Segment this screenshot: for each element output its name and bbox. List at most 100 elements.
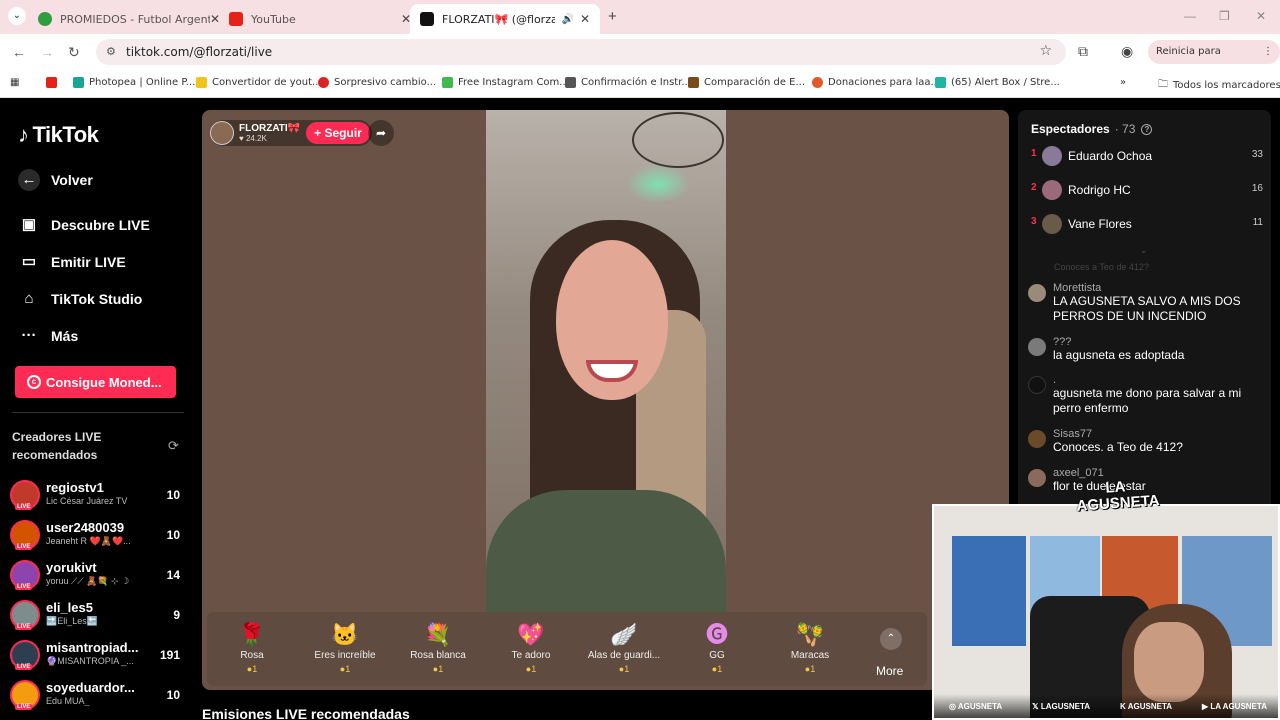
creator-item[interactable]: LIVE eli_les5 🔜Eli_Les🔙 9: [10, 600, 190, 636]
rose-icon: 🌹: [238, 622, 266, 647]
minimize-icon[interactable]: —: [1184, 9, 1196, 23]
viewer-count: 10: [166, 528, 180, 542]
bookmark-label: Confirmación e Instr...: [581, 77, 691, 88]
donations-icon: [812, 77, 823, 88]
nav-more[interactable]: ··· Más: [18, 325, 79, 347]
bookmark-item[interactable]: (65) Alert Box / Stre...: [935, 77, 1060, 88]
nav-discover-live[interactable]: ▣ Descubre LIVE: [18, 214, 150, 236]
close-icon[interactable]: ✕: [580, 12, 590, 26]
bookmark-star-icon[interactable]: ☆: [1039, 43, 1052, 59]
bookmark-item[interactable]: Comparación de E...: [688, 77, 805, 88]
gift-alas-guardian[interactable]: 🪽 Alas de guardi... ●1: [579, 620, 669, 674]
creator-name: yorukivt: [46, 560, 97, 575]
gift-eres-increible[interactable]: 🐱 Eres increíble ●1: [300, 620, 390, 674]
bookmark-item[interactable]: Sorpresivo cambio...: [318, 77, 436, 88]
tiktok-logo[interactable]: ♪ TikTok: [18, 122, 99, 148]
live-video-player[interactable]: FLORZATI🎀 ♥ 24.2K + Seguir ➦ 🌹 Rosa ●1 🐱…: [202, 110, 1009, 690]
get-coins-button[interactable]: c Consigue Moned...: [15, 366, 176, 398]
all-bookmarks-folder[interactable]: 🗀 Todos los marcadores: [1158, 77, 1280, 94]
speaker-icon[interactable]: 🔊: [561, 14, 573, 25]
creator-name: misantropiad...: [46, 640, 139, 655]
host-info[interactable]: FLORZATI🎀 ♥ 24.2K + Seguir: [210, 120, 372, 146]
host-avatar[interactable]: [210, 121, 234, 145]
bookmark-label: Convertidor de yout...: [212, 77, 322, 88]
bookmark-label: (65) Alert Box / Stre...: [951, 77, 1060, 88]
tab-promiedos[interactable]: PROMIEDOS - Futbol Argentino ✕: [28, 4, 230, 34]
back-arrow-icon[interactable]: ←: [12, 44, 26, 60]
tab-tiktok[interactable]: FLORZATI🎀 (@florzati) está 🔊 ✕: [410, 4, 600, 34]
url-field[interactable]: ⚙ tiktok.com/@florzati/live ☆: [96, 39, 1066, 65]
more-gifts-button[interactable]: More: [876, 664, 903, 678]
chat-comment[interactable]: Sisas77 Conoces. a Teo de 412?: [1028, 428, 1263, 455]
tab-search-icon[interactable]: ⌄: [8, 7, 26, 25]
gift-gg[interactable]: 🅖 GG ●1: [672, 620, 762, 674]
chat-comment[interactable]: ??? la agusneta es adoptada: [1028, 336, 1263, 363]
top-viewer[interactable]: 2 Rodrigo HC 16: [1031, 180, 1263, 200]
creator-item[interactable]: LIVE regiostv1 Lic César Juárez TV 10: [10, 480, 190, 516]
creator-item[interactable]: LIVE misantropiad... 🔮MISANTROPIA _... 1…: [10, 640, 190, 676]
chat-comment[interactable]: Morettista LA AGUSNETA SALVO A MIS DOS P…: [1028, 282, 1263, 324]
apps-grid-icon[interactable]: ▦: [10, 77, 19, 88]
profile-icon[interactable]: ◉: [1121, 43, 1133, 60]
chevron-down-icon[interactable]: ⌄: [1140, 245, 1148, 256]
bookmark-item[interactable]: Photopea | Online P...: [73, 77, 195, 88]
restore-icon[interactable]: ❐: [1219, 9, 1230, 23]
gift-price: ●1: [618, 664, 630, 674]
creator-subtitle: Lic César Juárez TV: [46, 496, 128, 506]
creator-subtitle: Jeaneht R ❤️🧸❤️...: [46, 536, 131, 546]
relaunch-button[interactable]: Reinicia para actualizar⋮: [1148, 40, 1280, 81]
tab-youtube[interactable]: YouTube ✕: [219, 4, 421, 34]
share-icon[interactable]: ➦: [368, 120, 394, 146]
nav-tiktok-studio[interactable]: ⌂ TikTok Studio: [18, 288, 142, 310]
creator-item[interactable]: LIVE yorukivt yoruu ⟋⟋ 🧸💐 ⊹ ☽ 14: [10, 560, 190, 596]
menu-dots-icon[interactable]: ⋮: [1263, 40, 1273, 64]
chat-comment[interactable]: . agusneta me dono para salvar a mi perr…: [1028, 374, 1263, 416]
follow-button[interactable]: + Seguir: [306, 122, 370, 144]
gift-te-adoro[interactable]: 💖 Te adoro ●1: [486, 620, 576, 674]
bookmark-label: Donaciones para laa...: [828, 77, 941, 88]
viewers-title: Espectadores: [1031, 122, 1110, 136]
gift-rosa[interactable]: 🌹 Rosa ●1: [207, 620, 297, 674]
window-close-icon[interactable]: ✕: [1256, 9, 1266, 23]
stream-frame: [486, 110, 726, 612]
refresh-icon[interactable]: ⟳: [168, 438, 179, 454]
site-info-icon[interactable]: ⚙: [106, 45, 116, 58]
extensions-icon[interactable]: ⧉: [1078, 43, 1088, 60]
new-tab-icon[interactable]: +: [608, 8, 617, 25]
viewer-count: 10: [166, 488, 180, 502]
viewers-header[interactable]: Espectadores · 73 ?: [1031, 122, 1153, 136]
live-badge: LIVE: [15, 504, 33, 510]
creator-item[interactable]: LIVE user2480039 Jeaneht R ❤️🧸❤️... 10: [10, 520, 190, 556]
avatar: [1028, 338, 1046, 356]
creator-item[interactable]: LIVE soyeduardor... Edu MUA_ 10: [10, 680, 190, 716]
recommended-creators-title: Creadores LIVE recomendados: [12, 430, 102, 462]
avatar: [1042, 214, 1062, 234]
more-bookmarks-icon[interactable]: »: [1120, 77, 1126, 88]
info-icon[interactable]: ?: [1141, 123, 1153, 135]
top-viewer[interactable]: 1 Eduardo Ochoa 33: [1031, 146, 1263, 166]
link-icon: [565, 77, 576, 88]
nav-go-live[interactable]: ▭ Emitir LIVE: [18, 251, 126, 273]
url-text: tiktok.com/@florzati/live: [126, 45, 273, 59]
bookmark-item[interactable]: Donaciones para laa...: [812, 77, 940, 88]
avatar: [1028, 430, 1046, 448]
bookmark-item[interactable]: Convertidor de yout...: [196, 77, 322, 88]
bookmark-youtube[interactable]: [46, 77, 62, 88]
nav-label: Descubre LIVE: [51, 217, 150, 233]
chevron-up-icon[interactable]: ⌃: [880, 628, 902, 650]
viewer-name: Rodrigo HC: [1068, 183, 1131, 197]
white-rose-icon: 💐: [424, 622, 452, 647]
bookmark-item[interactable]: Confirmación e Instr...: [565, 77, 691, 88]
gift-name: GG: [709, 650, 725, 661]
host-likes: ♥ 24.2K: [239, 134, 267, 143]
tab-title: YouTube: [251, 12, 296, 26]
top-viewer[interactable]: 3 Vane Flores 11: [1031, 214, 1263, 234]
comment-user: .: [1053, 374, 1057, 386]
forward-arrow-icon[interactable]: →: [40, 44, 54, 60]
gift-rosa-blanca[interactable]: 💐 Rosa blanca ●1: [393, 620, 483, 674]
gift-price: ●1: [525, 664, 537, 674]
reload-icon[interactable]: ↻: [68, 44, 80, 61]
back-link[interactable]: ← Volver: [18, 169, 93, 191]
bookmark-item[interactable]: Free Instagram Com...: [442, 77, 569, 88]
gift-maracas[interactable]: 🪇 Maracas ●1: [765, 620, 855, 674]
